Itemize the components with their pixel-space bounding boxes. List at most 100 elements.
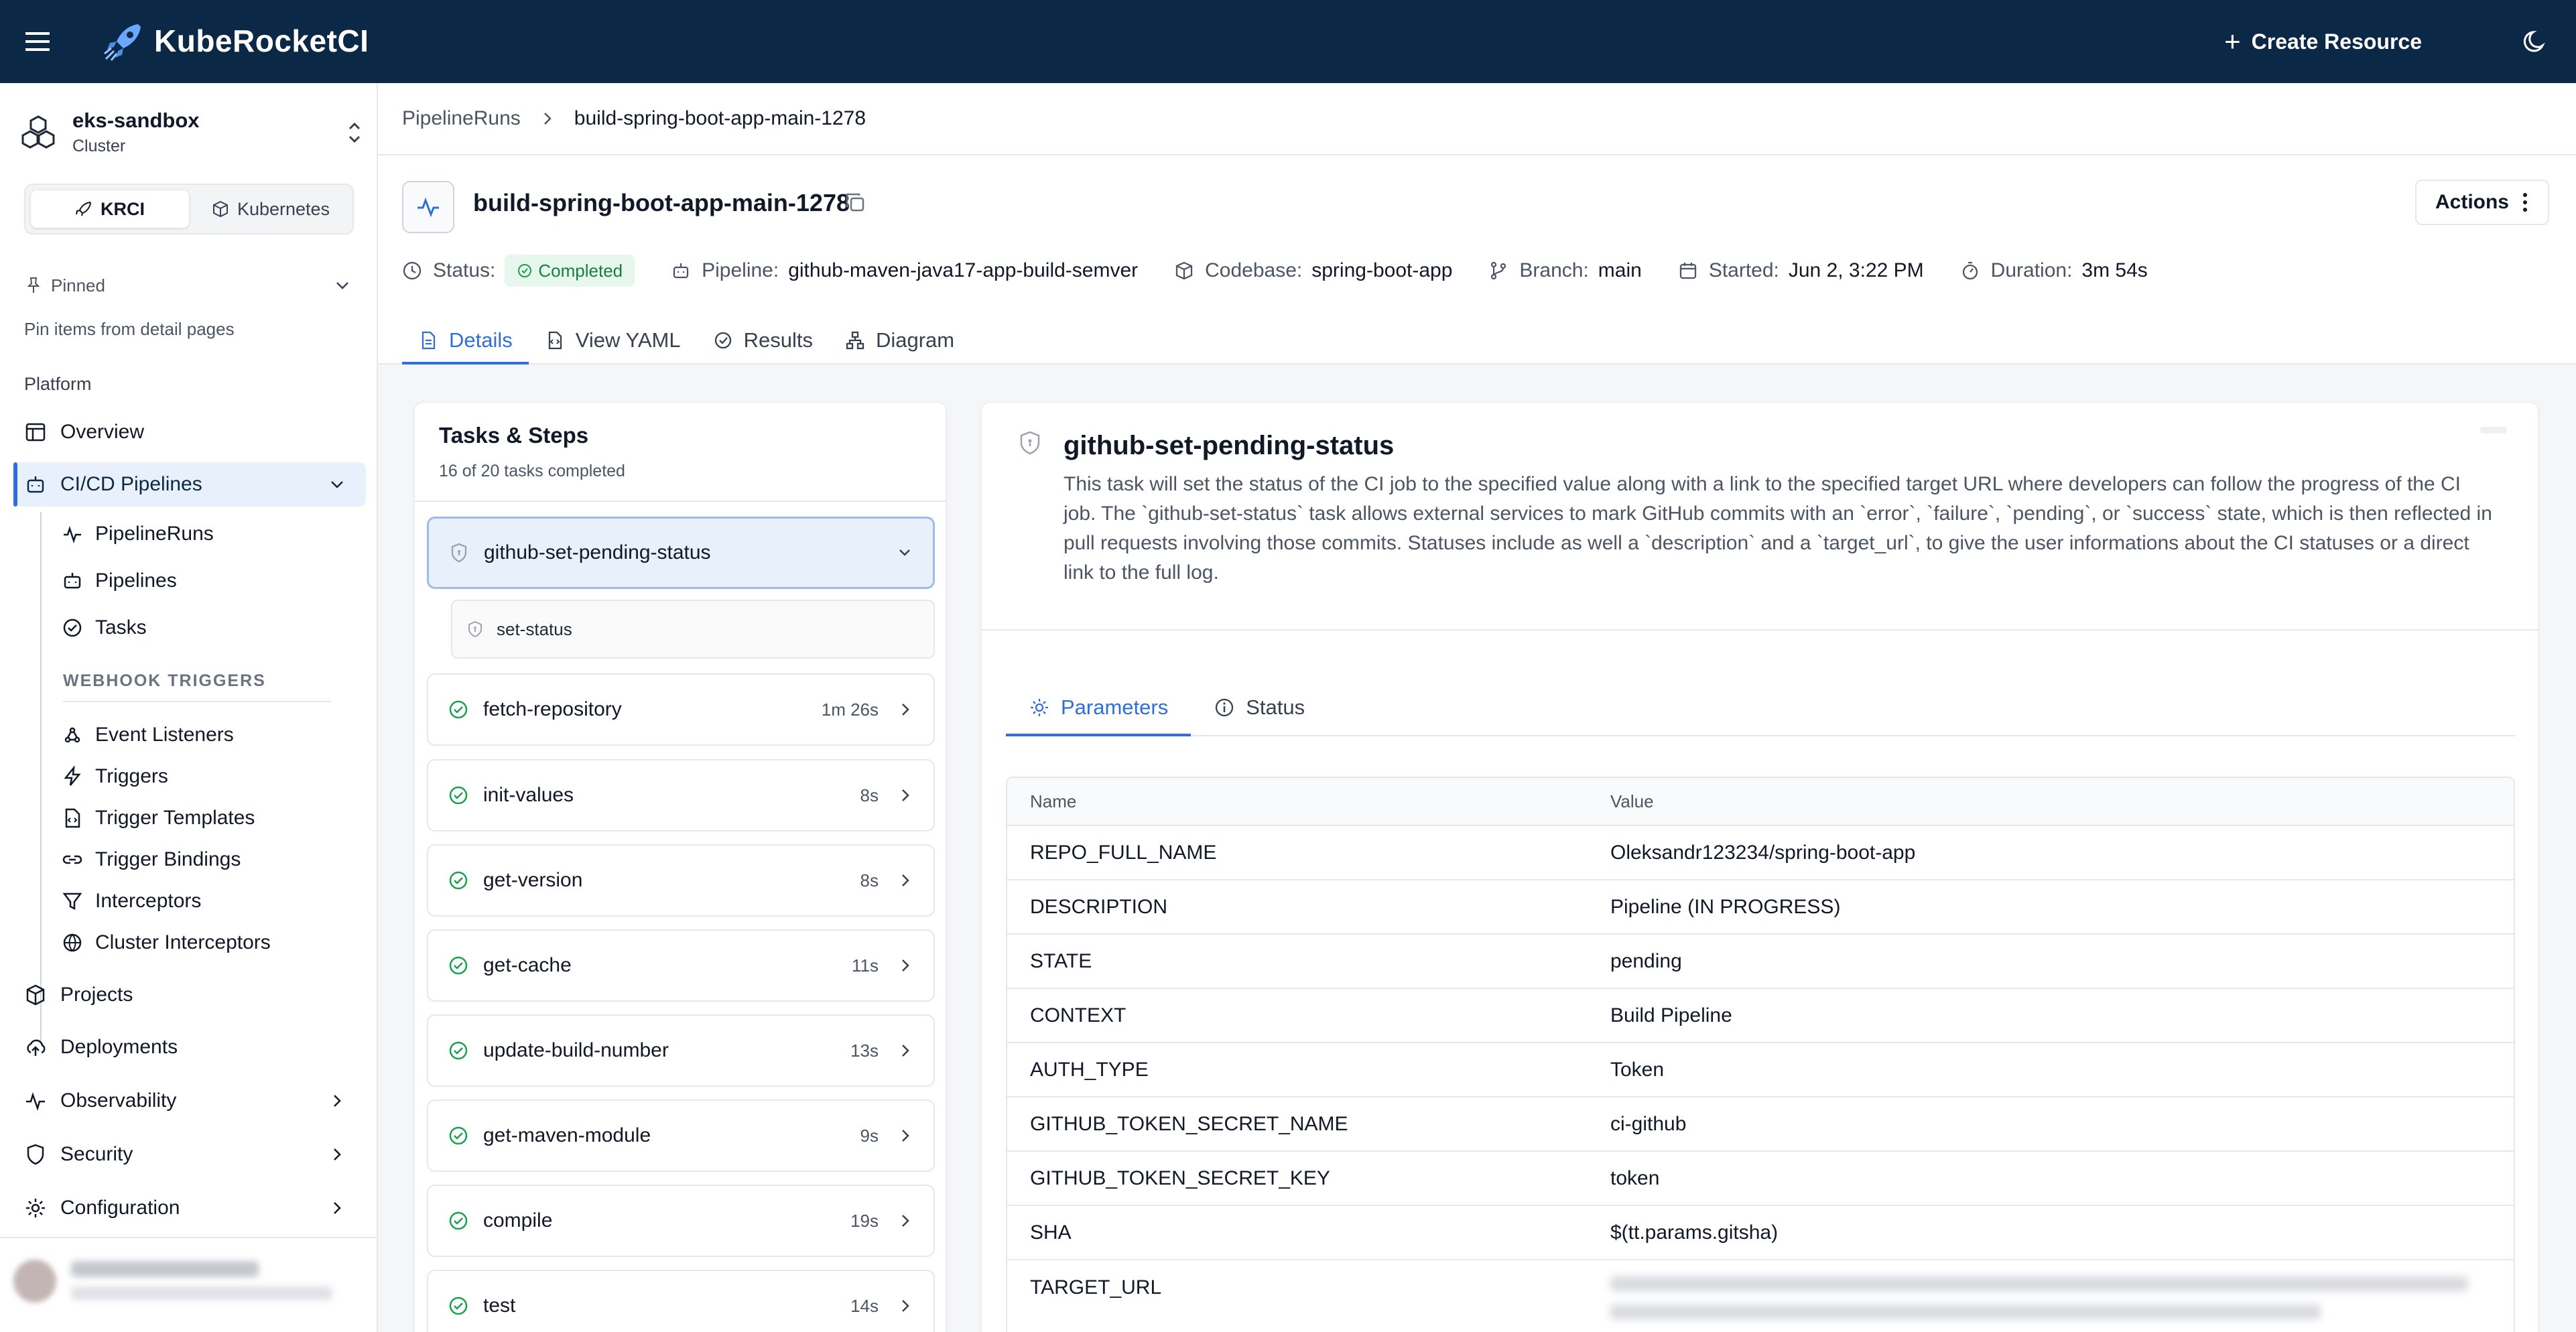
task-item-compile[interactable]: compile 19s — [427, 1185, 935, 1257]
krci-toggle[interactable]: KRCI — [31, 190, 189, 228]
bot-icon — [673, 263, 689, 279]
task-item-update-build-number[interactable]: update-build-number 13s — [427, 1014, 935, 1087]
cluster-selector[interactable]: eks-sandbox Cluster — [16, 102, 365, 162]
pipeline-link[interactable]: github-maven-java17-app-build-semver — [788, 259, 1138, 282]
activity-icon — [26, 1091, 45, 1112]
nav-cicd-label: CI/CD Pipelines — [60, 473, 202, 495]
tab-status[interactable]: Status — [1191, 680, 1328, 735]
chevron-right-icon — [902, 1215, 909, 1227]
task-duration: 19s — [850, 1210, 879, 1231]
task-item-get-maven-module[interactable]: get-maven-module 9s — [427, 1100, 935, 1172]
nav-pipelines[interactable]: Pipelines — [52, 561, 361, 600]
task-duration: 11s — [852, 955, 879, 976]
task-item-get-cache[interactable]: get-cache 11s — [427, 929, 935, 1002]
breadcrumb-pipelineruns[interactable]: PipelineRuns — [402, 107, 521, 130]
redacted-text — [1610, 1305, 2321, 1319]
nav-trigger-templates[interactable]: Trigger Templates — [52, 799, 361, 838]
check-circle-icon — [449, 1296, 468, 1315]
brand[interactable]: KubeRocketCI — [103, 20, 369, 62]
panel-handle — [2480, 427, 2507, 434]
tab-results-label: Results — [743, 328, 813, 352]
info-icon — [1216, 698, 1234, 717]
nav-tasks[interactable]: Tasks — [52, 608, 361, 647]
check-circle-icon — [714, 332, 731, 349]
mode-switcher: KRCI Kubernetes — [24, 184, 354, 235]
kubernetes-toggle[interactable]: Kubernetes — [192, 190, 350, 228]
tab-results[interactable]: Results — [697, 316, 829, 364]
tab-diagram[interactable]: Diagram — [829, 316, 970, 364]
task-item-fetch-repository[interactable]: fetch-repository 1m 26s — [427, 673, 935, 746]
menu-icon[interactable] — [24, 27, 51, 56]
codebase-label: Codebase: — [1205, 259, 1303, 281]
chevron-right-icon — [902, 1045, 909, 1057]
check-circle-icon — [449, 871, 468, 890]
nav-interceptors[interactable]: Interceptors — [52, 882, 361, 921]
pinned-section-toggle[interactable]: Pinned — [24, 271, 352, 300]
tab-parameters[interactable]: Parameters — [1006, 680, 1192, 736]
cluster-name: eks-sandbox — [72, 109, 200, 132]
shield-icon — [451, 543, 467, 563]
activity-icon — [64, 526, 81, 543]
timer-icon — [1962, 261, 1978, 280]
tab-details-label: Details — [449, 328, 513, 352]
nav-cicd-pipelines[interactable]: CI/CD Pipelines — [13, 462, 366, 507]
started-label: Started: — [1708, 259, 1779, 281]
task-item-init-values[interactable]: init-values 8s — [427, 759, 935, 831]
nav-configuration[interactable]: Configuration — [13, 1186, 366, 1230]
actions-label: Actions — [2435, 191, 2509, 213]
sidebar: eks-sandbox Cluster KRCI Kubernetes Pinn… — [0, 83, 378, 1332]
tab-details[interactable]: Details — [402, 316, 529, 364]
nav-cluster-interceptors-label: Cluster Interceptors — [95, 931, 271, 953]
table-row: SHA $(tt.params.gitsha) — [1007, 1206, 2514, 1260]
git-branch-icon — [1491, 261, 1506, 280]
meta-pipeline: Pipeline: github-maven-java17-app-build-… — [671, 259, 1138, 282]
chevron-right-icon — [334, 1095, 341, 1107]
nav-overview[interactable]: Overview — [13, 410, 366, 454]
file-text-icon — [422, 331, 436, 350]
task-name: fetch-repository — [483, 698, 622, 720]
task-duration: 14s — [850, 1295, 879, 1316]
task-name: init-values — [483, 784, 574, 806]
bot-icon — [64, 573, 81, 589]
tasks-panel: Tasks & Steps 16 of 20 tasks completed g… — [414, 402, 946, 1332]
nav-event-listeners[interactable]: Event Listeners — [52, 716, 361, 754]
task-item-test[interactable]: test 14s — [427, 1270, 935, 1332]
task-item-get-version[interactable]: get-version 8s — [427, 844, 935, 917]
nav-cluster-interceptors[interactable]: Cluster Interceptors — [52, 923, 361, 962]
chevron-right-icon — [902, 704, 909, 716]
task-item-github-set-pending-status[interactable]: github-set-pending-status — [427, 517, 935, 589]
task-name: test — [483, 1294, 516, 1317]
param-value: Oleksandr123234/spring-boot-app — [1610, 841, 1916, 864]
branch-value: main — [1598, 259, 1642, 281]
cluster-subtitle: Cluster — [72, 137, 126, 155]
actions-button[interactable]: Actions — [2415, 180, 2549, 225]
nav-pipelines-label: Pipelines — [95, 570, 177, 592]
branch-label: Branch: — [1519, 259, 1589, 281]
codebase-link[interactable]: spring-boot-app — [1311, 259, 1452, 282]
nav-configuration-label: Configuration — [60, 1197, 180, 1219]
nav-security[interactable]: Security — [13, 1132, 366, 1177]
nav-pipelineruns[interactable]: PipelineRuns — [52, 515, 361, 553]
tab-view-yaml[interactable]: View YAML — [529, 316, 697, 364]
divider — [63, 701, 331, 702]
nav-trigger-bindings[interactable]: Trigger Bindings — [52, 840, 361, 879]
task-duration: 9s — [860, 1125, 879, 1146]
breadcrumb: PipelineRuns build-spring-boot-app-main-… — [378, 83, 2576, 155]
cluster-icon — [21, 115, 55, 149]
nav-deployments[interactable]: Deployments — [13, 1025, 366, 1069]
nav-projects[interactable]: Projects — [13, 973, 366, 1017]
nav-observability[interactable]: Observability — [13, 1079, 366, 1123]
nav-pipelineruns-label: PipelineRuns — [95, 523, 214, 545]
step-item-set-status[interactable]: set-status — [451, 600, 935, 659]
table-row: DESCRIPTION Pipeline (IN PROGRESS) — [1007, 880, 2514, 935]
task-name: compile — [483, 1209, 553, 1231]
user-menu[interactable] — [0, 1237, 377, 1332]
task-details-panel: github-set-pending-status This task will… — [981, 402, 2538, 1332]
moon-icon[interactable] — [2522, 28, 2549, 55]
create-resource-button[interactable]: + Create Resource — [2224, 24, 2422, 59]
status-value: Completed — [538, 260, 623, 281]
param-value: pending — [1610, 949, 1682, 972]
copy-icon[interactable] — [843, 190, 867, 214]
nav-triggers[interactable]: Triggers — [52, 757, 361, 796]
nav-deployments-label: Deployments — [60, 1036, 178, 1058]
